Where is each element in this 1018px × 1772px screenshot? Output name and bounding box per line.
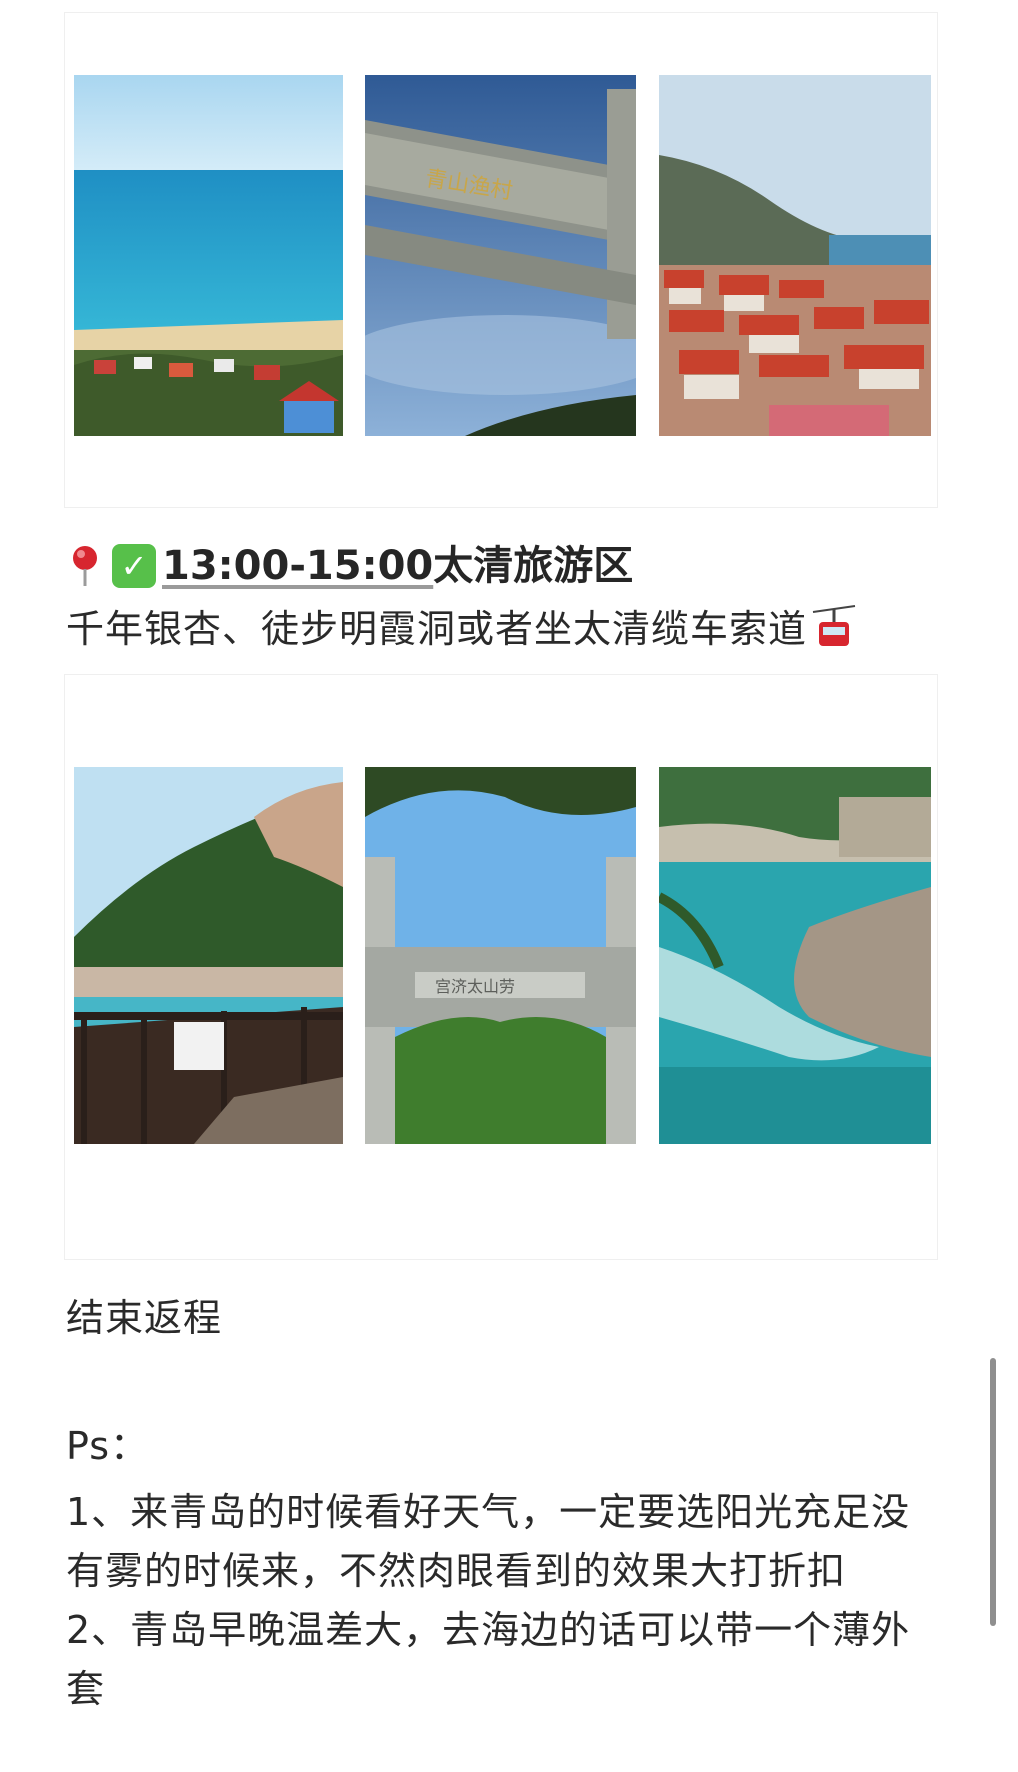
ps-label: Ps： <box>66 1424 150 1468</box>
photo-grid-top: 青山渔村 <box>64 12 938 508</box>
section-description: 千年银杏、徒步明霞洞或者坐太清缆车索道 <box>66 607 808 651</box>
scrollbar-thumb[interactable] <box>990 1358 996 1626</box>
photo-archway-qingshan-village[interactable]: 青山渔村 <box>365 75 636 436</box>
aerial-tramway-icon <box>811 600 857 650</box>
ps-line-3: 2、青岛早晚温差大，去海边的话可以带一个薄外 <box>66 1608 911 1652</box>
svg-text:宫济太山劳: 宫济太山劳 <box>435 977 515 996</box>
round-pushpin-icon <box>68 544 102 588</box>
photo-rocky-shore[interactable] <box>659 767 931 1144</box>
photo-grid-taiqing: 宫济太山劳 <box>64 674 938 1260</box>
section-description-line: 千年银杏、徒步明霞洞或者坐太清缆车索道 <box>66 600 857 657</box>
photo-mountain-coast-railing[interactable] <box>74 767 343 1144</box>
end-text: 结束返程 <box>66 1296 223 1340</box>
section-heading: ✓ 13:00-15:00 太清旅游区 <box>68 538 633 594</box>
section-place: 太清旅游区 <box>433 543 634 589</box>
photo-sea-view[interactable] <box>74 75 343 436</box>
ps-line-1: 1、来青岛的时候看好天气，一定要选阳光充足没 <box>66 1490 911 1534</box>
section-time: 13:00-15:00 <box>162 543 434 589</box>
ps-line-4: 套 <box>66 1667 106 1711</box>
photo-red-roof-village[interactable] <box>659 75 931 436</box>
photo-laoshan-archway[interactable]: 宫济太山劳 <box>365 767 636 1144</box>
ps-line-2: 有雾的时候来，不然肉眼看到的效果大打折扣 <box>66 1549 847 1593</box>
check-mark-button-icon: ✓ <box>112 544 156 588</box>
